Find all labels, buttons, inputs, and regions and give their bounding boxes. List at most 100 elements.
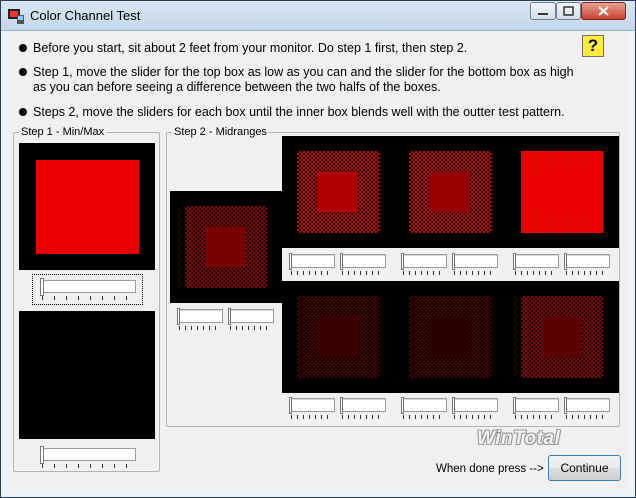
step2-top2-slider-1[interactable] — [399, 251, 449, 277]
step1-bottom-test-box — [19, 311, 155, 439]
checker-pattern — [521, 296, 603, 378]
slider-thumb[interactable] — [340, 253, 343, 270]
slider-track — [340, 398, 386, 412]
slider-track — [401, 254, 447, 268]
slider-ticks — [454, 415, 496, 419]
step2-left-slider-1[interactable] — [175, 306, 225, 332]
step2-group: Step 2 - Midranges — [166, 126, 620, 427]
step1-top-slider[interactable] — [36, 276, 140, 302]
slider-thumb[interactable] — [289, 253, 292, 270]
slider-ticks — [454, 271, 496, 275]
title-bar[interactable]: Color Channel Test — [1, 1, 635, 31]
slider-ticks — [342, 271, 384, 275]
inner-square — [542, 172, 582, 212]
step2-left-slider-2[interactable] — [226, 306, 276, 332]
client-area: Before you start, sit about 2 feet from … — [9, 31, 629, 491]
step1-group-label: Step 1 - Min/Max — [19, 126, 107, 138]
slider-ticks — [42, 296, 134, 300]
slider-track — [177, 309, 223, 323]
close-icon — [598, 6, 609, 16]
slider-thumb[interactable] — [452, 253, 455, 270]
step2-bottom2-slider-2[interactable] — [450, 395, 500, 421]
slider-track — [228, 309, 274, 323]
slider-track — [289, 254, 335, 268]
slider-thumb[interactable] — [177, 308, 180, 325]
step2-bottom3-slider-1[interactable] — [511, 395, 561, 421]
slider-thumb[interactable] — [513, 397, 516, 414]
window-title: Color Channel Test — [30, 8, 141, 23]
inner-square — [318, 317, 358, 357]
step2-group-label: Step 2 - Midranges — [172, 126, 269, 138]
slider-ticks — [342, 415, 384, 419]
step2-bottom3-slider-2[interactable] — [562, 395, 612, 421]
step2-left-test-box — [170, 191, 282, 303]
slider-ticks — [291, 415, 333, 419]
minimize-icon — [538, 13, 548, 15]
step1-bottom-slider[interactable] — [36, 444, 140, 470]
slider-track — [40, 280, 136, 293]
checker-pattern — [409, 296, 491, 378]
slider-ticks — [230, 326, 272, 330]
slider-ticks — [403, 415, 445, 419]
slider-ticks — [566, 271, 608, 275]
slider-ticks — [566, 415, 608, 419]
slider-thumb[interactable] — [564, 397, 567, 414]
inner-square — [542, 317, 582, 357]
slider-track — [40, 448, 136, 461]
slider-track — [289, 398, 335, 412]
step2-bottom2-slider-1[interactable] — [399, 395, 449, 421]
inner-square — [430, 317, 470, 357]
inner-square — [430, 172, 470, 212]
step2-bottom1-slider-1[interactable] — [287, 395, 337, 421]
slider-thumb[interactable] — [401, 397, 404, 414]
bullet-icon — [19, 44, 27, 52]
slider-track — [564, 398, 610, 412]
slider-track — [401, 398, 447, 412]
slider-ticks — [179, 326, 221, 330]
slider-thumb[interactable] — [228, 308, 231, 325]
step2-top1-slider-2[interactable] — [338, 251, 388, 277]
slider-ticks — [291, 271, 333, 275]
continue-button[interactable]: Continue — [548, 455, 621, 481]
step2-bottom-row — [282, 281, 619, 393]
minimize-button[interactable] — [530, 2, 556, 20]
app-icon — [8, 9, 24, 24]
step2-top-row — [282, 136, 619, 248]
slider-ticks — [515, 415, 557, 419]
slider-thumb[interactable] — [40, 278, 44, 296]
checker-pattern — [185, 206, 267, 288]
slider-thumb[interactable] — [564, 253, 567, 270]
slider-track — [452, 254, 498, 268]
bullet-icon — [19, 68, 27, 76]
maximize-button[interactable] — [556, 2, 581, 20]
slider-track — [564, 254, 610, 268]
checker-pattern — [297, 151, 379, 233]
step2-top1-slider-1[interactable] — [287, 251, 337, 277]
color-channel-test-window: Color Channel Test Before you start, sit… — [0, 0, 636, 498]
maximize-icon — [563, 6, 574, 16]
slider-ticks — [42, 464, 134, 468]
step2-bottom1-slider-2[interactable] — [338, 395, 388, 421]
slider-track — [452, 398, 498, 412]
step2-top3-slider-1[interactable] — [511, 251, 561, 277]
help-button[interactable]: ? — [582, 35, 604, 57]
checker-pattern — [409, 151, 491, 233]
slider-thumb[interactable] — [452, 397, 455, 414]
step1-top-test-box — [19, 143, 155, 270]
step2-top3-slider-2[interactable] — [562, 251, 612, 277]
checker-pattern — [521, 151, 603, 233]
slider-thumb[interactable] — [513, 253, 516, 270]
slider-track — [340, 254, 386, 268]
inner-square — [206, 227, 246, 267]
inner-square — [318, 172, 358, 212]
wintotal-watermark: WinTotal — [477, 428, 561, 449]
slider-ticks — [515, 271, 557, 275]
step2-top2-slider-2[interactable] — [450, 251, 500, 277]
slider-track — [513, 398, 559, 412]
close-button[interactable] — [581, 2, 626, 20]
slider-thumb[interactable] — [401, 253, 404, 270]
slider-thumb[interactable] — [40, 446, 44, 464]
slider-thumb[interactable] — [340, 397, 343, 414]
slider-thumb[interactable] — [289, 397, 292, 414]
slider-track — [513, 254, 559, 268]
